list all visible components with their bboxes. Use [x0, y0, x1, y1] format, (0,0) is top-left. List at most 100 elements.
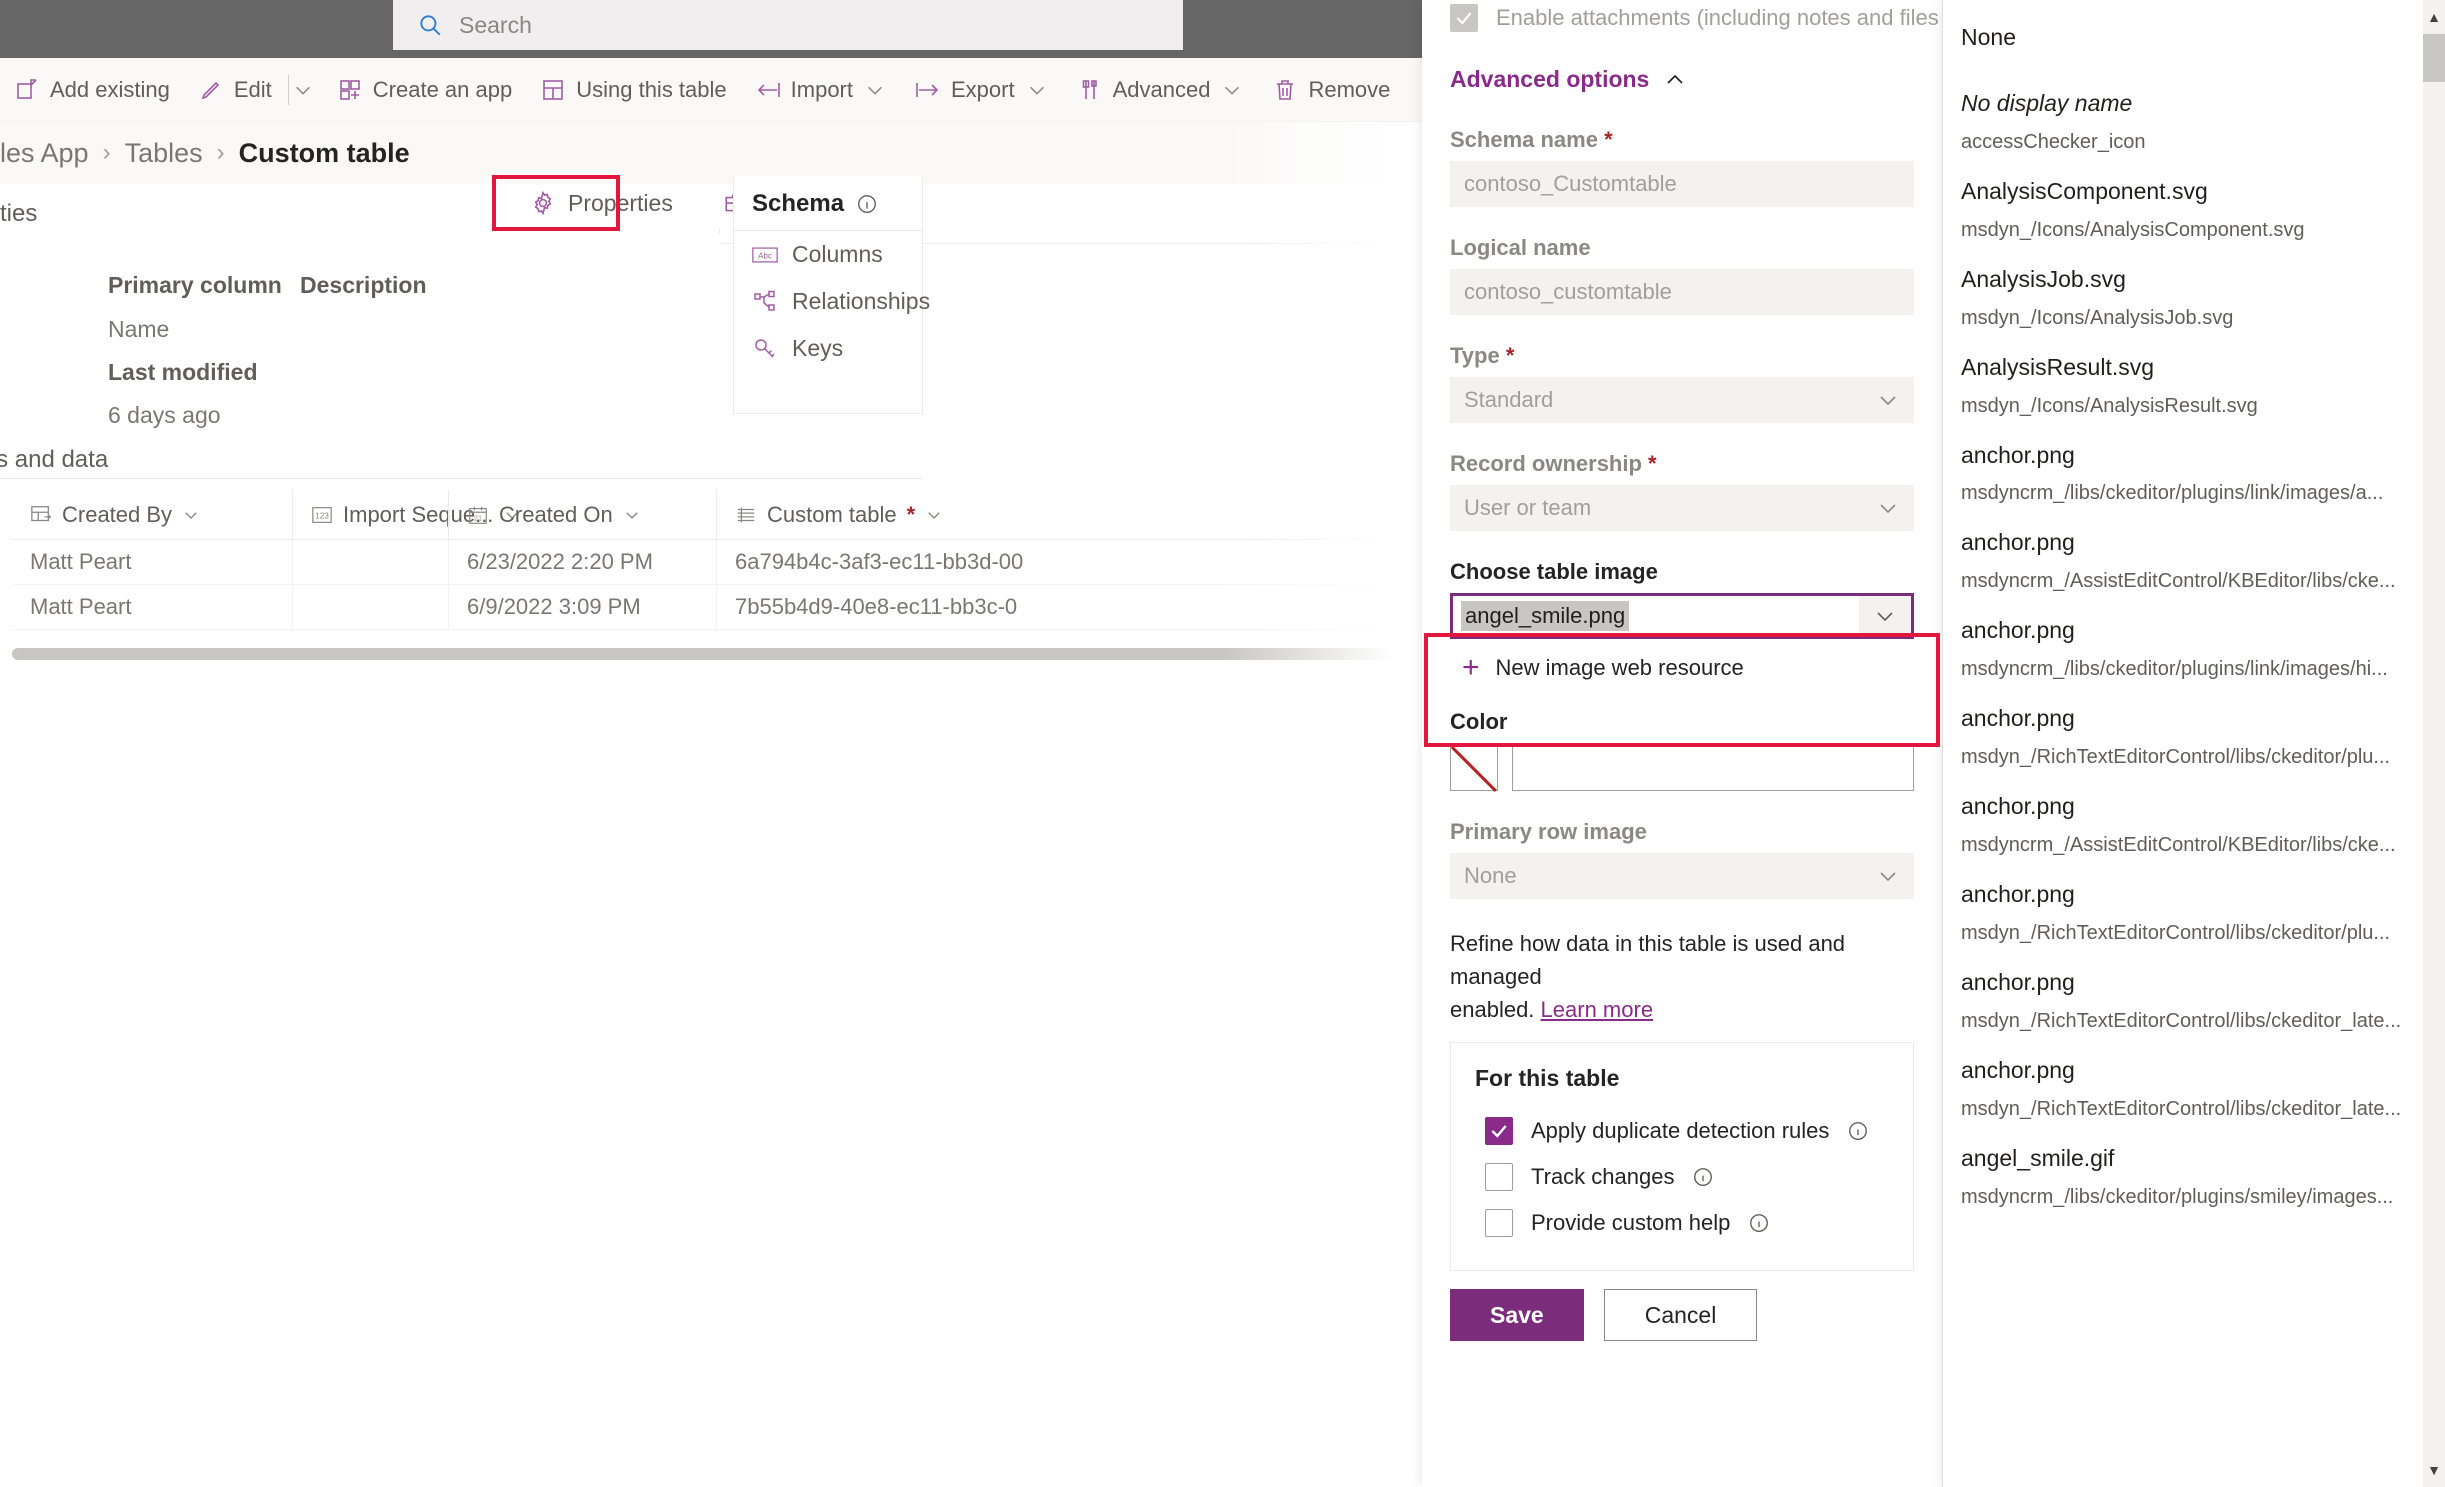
type-field-group: Type * Standard	[1450, 343, 1914, 423]
save-button[interactable]: Save	[1450, 1289, 1584, 1341]
learn-more-link[interactable]: Learn more	[1541, 997, 1654, 1022]
grid-horizontal-scrollbar[interactable]	[12, 648, 1422, 660]
schema-card: Schema Abc Columns Relationships Keys	[733, 176, 930, 414]
last-modified-label: Last modified	[108, 359, 258, 385]
choose-table-image-combobox[interactable]: angel_smile.png	[1450, 593, 1914, 639]
list-item[interactable]: anchor.png msdyn_/RichTextEditorControl/…	[1961, 1046, 2445, 1134]
provide-custom-help-label: Provide custom help	[1531, 1210, 1731, 1235]
enable-attachments-row[interactable]: Enable attachments (including notes and …	[1450, 0, 1939, 36]
table-row[interactable]: Matt Peart 6/9/2022 3:09 PM 7b55b4d9-40e…	[12, 584, 1422, 630]
chevron-down-icon[interactable]	[925, 506, 943, 524]
advanced-options-toggle[interactable]: Advanced options	[1450, 66, 1914, 93]
import-button[interactable]: Import	[741, 58, 901, 122]
track-changes-checkbox[interactable]	[1485, 1163, 1513, 1191]
list-item-title: anchor.png	[1961, 705, 2075, 732]
search-box[interactable]: Search	[393, 0, 1183, 50]
list-item[interactable]: anchor.png msdyn_/RichTextEditorControl/…	[1961, 958, 2445, 1046]
list-item[interactable]: AnalysisComponent.svg msdyn_/Icons/Analy…	[1961, 167, 2445, 255]
new-image-web-resource-label: New image web resource	[1495, 655, 1744, 680]
schema-name-input[interactable]: contoso_Customtable	[1450, 161, 1914, 207]
advanced-button[interactable]: Advanced	[1063, 58, 1259, 122]
provide-custom-help-checkbox[interactable]	[1485, 1209, 1513, 1237]
schema-name-field-group: Schema name * contoso_Customtable	[1450, 127, 1914, 207]
list-item[interactable]: anchor.png msdyn_/RichTextEditorControl/…	[1961, 870, 2445, 958]
list-item[interactable]: anchor.png msdyncrm_/AssistEditControl/K…	[1961, 518, 2445, 606]
create-an-app-button[interactable]: Create an app	[323, 58, 526, 122]
info-icon[interactable]	[1847, 1120, 1869, 1142]
primary-column-label: Primary column	[108, 272, 282, 298]
breadcrumb-item-app[interactable]: les App	[0, 138, 89, 169]
list-item[interactable]: No display name accessChecker_icon	[1961, 79, 2445, 167]
list-item[interactable]: anchor.png msdyncrm_/libs/ckeditor/plugi…	[1961, 431, 2445, 519]
grid-column-header-custom-table[interactable]: Custom table *	[716, 489, 1056, 540]
list-item[interactable]: anchor.png msdyncrm_/AssistEditControl/K…	[1961, 782, 2445, 870]
grid-column-header-created-by[interactable]: Created By	[12, 490, 292, 540]
table-row[interactable]: Matt Peart 6/23/2022 2:20 PM 6a794b4c-3a…	[12, 539, 1422, 585]
schema-name-value: contoso_Customtable	[1464, 171, 1677, 196]
track-changes-row[interactable]: Track changes	[1475, 1154, 1889, 1200]
edit-button[interactable]: Edit	[184, 58, 286, 122]
schema-item-relationships[interactable]: Relationships	[734, 278, 930, 325]
cancel-button[interactable]: Cancel	[1603, 1289, 1758, 1341]
schema-item-keys[interactable]: Keys	[734, 325, 922, 372]
dropdown-option-none[interactable]: None	[1961, 14, 2445, 79]
list-item-path: msdyncrm_/libs/ckeditor/plugins/link/ima…	[1961, 482, 2384, 505]
list-item[interactable]: anchor.png msdyncrm_/libs/ckeditor/plugi…	[1961, 606, 2445, 694]
grid-column-header-created-on[interactable]: 21 Created On	[448, 489, 716, 540]
record-ownership-select[interactable]: User or team	[1450, 485, 1914, 531]
list-item[interactable]: AnalysisJob.svg msdyn_/Icons/AnalysisJob…	[1961, 255, 2445, 343]
dropdown-scrollbar[interactable]: ▲ ▼	[2423, 0, 2445, 1487]
info-icon[interactable]	[1692, 1166, 1714, 1188]
info-icon[interactable]	[1748, 1212, 1770, 1234]
schema-item-columns[interactable]: Abc Columns	[734, 231, 922, 278]
cell-import-sequence	[292, 584, 448, 630]
cmd-label: Create an app	[372, 76, 513, 102]
using-this-table-button[interactable]: Using this table	[526, 58, 740, 122]
breadcrumb-item-tables[interactable]: Tables	[125, 138, 203, 169]
plus-icon: +	[1462, 651, 1480, 684]
import-chevron-down-icon[interactable]	[863, 78, 887, 102]
list-item-title: anchor.png	[1961, 1056, 2075, 1083]
list-item[interactable]: angel_smile.gif msdyncrm_/libs/ckeditor/…	[1961, 1134, 2445, 1222]
list-item[interactable]: AnalysisResult.svg msdyn_/Icons/Analysis…	[1961, 343, 2445, 431]
chevron-down-icon[interactable]	[182, 506, 200, 524]
add-existing-button[interactable]: Add existing	[0, 58, 184, 122]
apply-duplicate-detection-row[interactable]: Apply duplicate detection rules	[1475, 1108, 1889, 1154]
tab-properties[interactable]: Properties	[512, 174, 691, 232]
cell-import-sequence	[292, 539, 448, 585]
edit-chevron-down-icon[interactable]	[291, 78, 315, 102]
type-select[interactable]: Standard	[1450, 377, 1914, 423]
export-button[interactable]: Export	[901, 58, 1063, 122]
grid-column-header-import-sequence[interactable]: 123 Import Seque...	[292, 489, 519, 540]
scroll-down-arrow-icon[interactable]: ▼	[2423, 1459, 2445, 1481]
list-item[interactable]: anchor.png msdyn_/RichTextEditorControl/…	[1961, 694, 2445, 782]
scrollbar-thumb[interactable]	[2423, 34, 2445, 82]
import-arrow-icon	[755, 77, 781, 103]
description-label: Description	[300, 272, 427, 298]
chevron-down-icon[interactable]	[1859, 596, 1911, 636]
list-item-title: angel_smile.gif	[1961, 1144, 2115, 1171]
apply-duplicate-detection-checkbox[interactable]	[1485, 1117, 1513, 1145]
color-input[interactable]	[1512, 743, 1914, 791]
chevron-down-icon	[1876, 864, 1900, 888]
top-app-bar: Search	[0, 0, 1422, 58]
logical-name-input[interactable]: contoso_customtable	[1450, 269, 1914, 315]
advanced-chevron-down-icon[interactable]	[1220, 78, 1244, 102]
chevron-down-icon[interactable]	[623, 506, 641, 524]
pane-action-buttons: Save Cancel	[1450, 1289, 1914, 1341]
enable-attachments-checkbox[interactable]	[1450, 4, 1478, 32]
refine-text-line1: Refine how data in this table is used an…	[1450, 931, 1846, 989]
remove-button[interactable]: Remove	[1258, 58, 1404, 122]
cmd-label: Edit	[233, 76, 272, 102]
provide-custom-help-row[interactable]: Provide custom help	[1475, 1200, 1889, 1246]
no-color-icon[interactable]	[1450, 743, 1498, 791]
abc-columns-icon: Abc	[752, 245, 778, 265]
scroll-up-arrow-icon[interactable]: ▲	[2423, 6, 2445, 28]
export-chevron-down-icon[interactable]	[1025, 78, 1049, 102]
primary-row-image-select[interactable]: None	[1450, 853, 1914, 899]
last-modified-value: 6 days ago	[108, 402, 221, 428]
logical-name-field-group: Logical name contoso_customtable	[1450, 235, 1914, 315]
info-icon[interactable]	[856, 193, 878, 215]
list-item-title: anchor.png	[1961, 881, 2075, 908]
new-image-web-resource-button[interactable]: + New image web resource	[1450, 653, 1914, 683]
